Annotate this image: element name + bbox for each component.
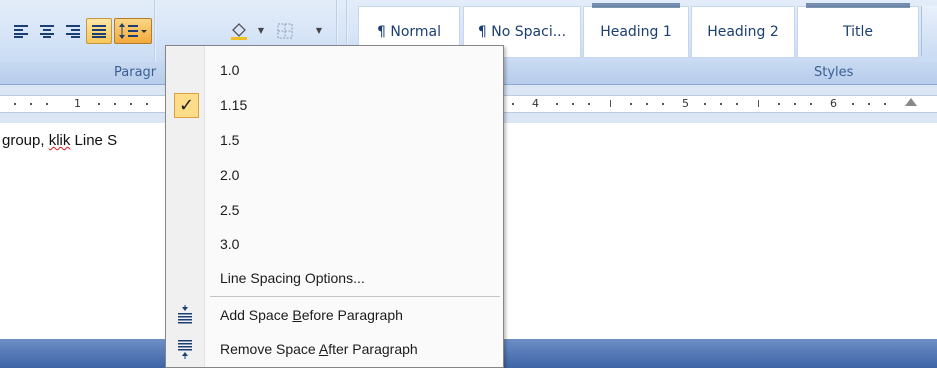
- option-label: Add Space Before Paragraph: [220, 307, 403, 323]
- line-spacing-menu: 1.0 ✓ 1.15 1.5 2.0 2.5 3.0 Line Spacing …: [165, 45, 504, 368]
- style-heading-1[interactable]: Heading 1: [583, 3, 689, 58]
- line-spacing-option-1-5[interactable]: 1.5: [166, 123, 503, 157]
- align-left-button[interactable]: [8, 18, 34, 44]
- checkmark-icon: ✓: [174, 93, 199, 118]
- option-label: 1.5: [220, 132, 240, 148]
- shading-dropdown-arrow[interactable]: ▼: [256, 18, 266, 42]
- line-spacing-icon: [119, 23, 147, 39]
- align-center-icon: [40, 25, 54, 38]
- line-spacing-options-item[interactable]: Line Spacing Options...: [166, 261, 503, 295]
- style-heading-2-label: Heading 2: [707, 24, 779, 40]
- borders-button[interactable]: [272, 18, 298, 44]
- ruler-number: 5: [682, 97, 689, 110]
- style-heading-1-label: Heading 1: [600, 24, 672, 40]
- justify-button[interactable]: [86, 18, 112, 44]
- shading-button[interactable]: [226, 18, 252, 44]
- line-spacing-option-2-0[interactable]: 2.0: [166, 158, 503, 192]
- align-left-icon: [14, 25, 28, 38]
- line-spacing-option-1-15[interactable]: ✓ 1.15: [166, 88, 503, 122]
- style-title[interactable]: Title: [797, 3, 919, 58]
- option-label: 1.15: [220, 97, 248, 113]
- style-normal-label: ¶ Normal: [376, 24, 441, 40]
- option-label: 1.0: [220, 62, 240, 78]
- add-space-before-icon: [172, 302, 198, 328]
- remove-space-after-icon: [172, 336, 198, 362]
- option-label: 2.5: [220, 202, 240, 218]
- align-right-button[interactable]: [60, 18, 86, 44]
- borders-icon: [277, 23, 293, 39]
- style-heading-2[interactable]: Heading 2: [691, 6, 795, 58]
- option-label: Remove Space After Paragraph: [220, 341, 418, 357]
- paint-bucket-icon: [231, 23, 247, 40]
- style-no-spacing-label: ¶ No Spaci...: [477, 24, 567, 40]
- option-label: 2.0: [220, 167, 240, 183]
- remove-space-after-paragraph[interactable]: Remove Space After Paragraph: [166, 332, 503, 366]
- borders-dropdown-arrow[interactable]: ▼: [314, 18, 324, 42]
- document-text-before: group,: [2, 132, 49, 149]
- ruler-number: 6: [830, 97, 837, 110]
- document-text[interactable]: group, klik Line S: [2, 132, 117, 149]
- line-spacing-option-2-5[interactable]: 2.5: [166, 193, 503, 227]
- styles-group-label: Styles: [814, 65, 854, 80]
- justify-icon: [92, 25, 106, 38]
- ruler-number: 1: [74, 97, 81, 110]
- right-indent-marker[interactable]: [905, 98, 917, 106]
- misspelled-word[interactable]: klik: [49, 132, 71, 149]
- option-label: 3.0: [220, 236, 240, 252]
- ruler-number: 4: [532, 97, 539, 110]
- line-spacing-option-1-0[interactable]: 1.0: [166, 53, 503, 87]
- menu-separator: [210, 296, 500, 297]
- line-spacing-option-3-0[interactable]: 3.0: [166, 227, 503, 261]
- styles-scrollbar[interactable]: [921, 6, 937, 56]
- align-right-icon: [66, 25, 80, 38]
- add-space-before-paragraph[interactable]: Add Space Before Paragraph: [166, 298, 503, 332]
- document-text-after: Line S: [70, 132, 118, 149]
- line-spacing-button[interactable]: [114, 18, 152, 44]
- align-center-button[interactable]: [34, 18, 60, 44]
- option-label: Line Spacing Options...: [220, 270, 365, 286]
- style-title-label: Title: [842, 24, 873, 40]
- paragraph-group-label: Paragr: [114, 65, 157, 80]
